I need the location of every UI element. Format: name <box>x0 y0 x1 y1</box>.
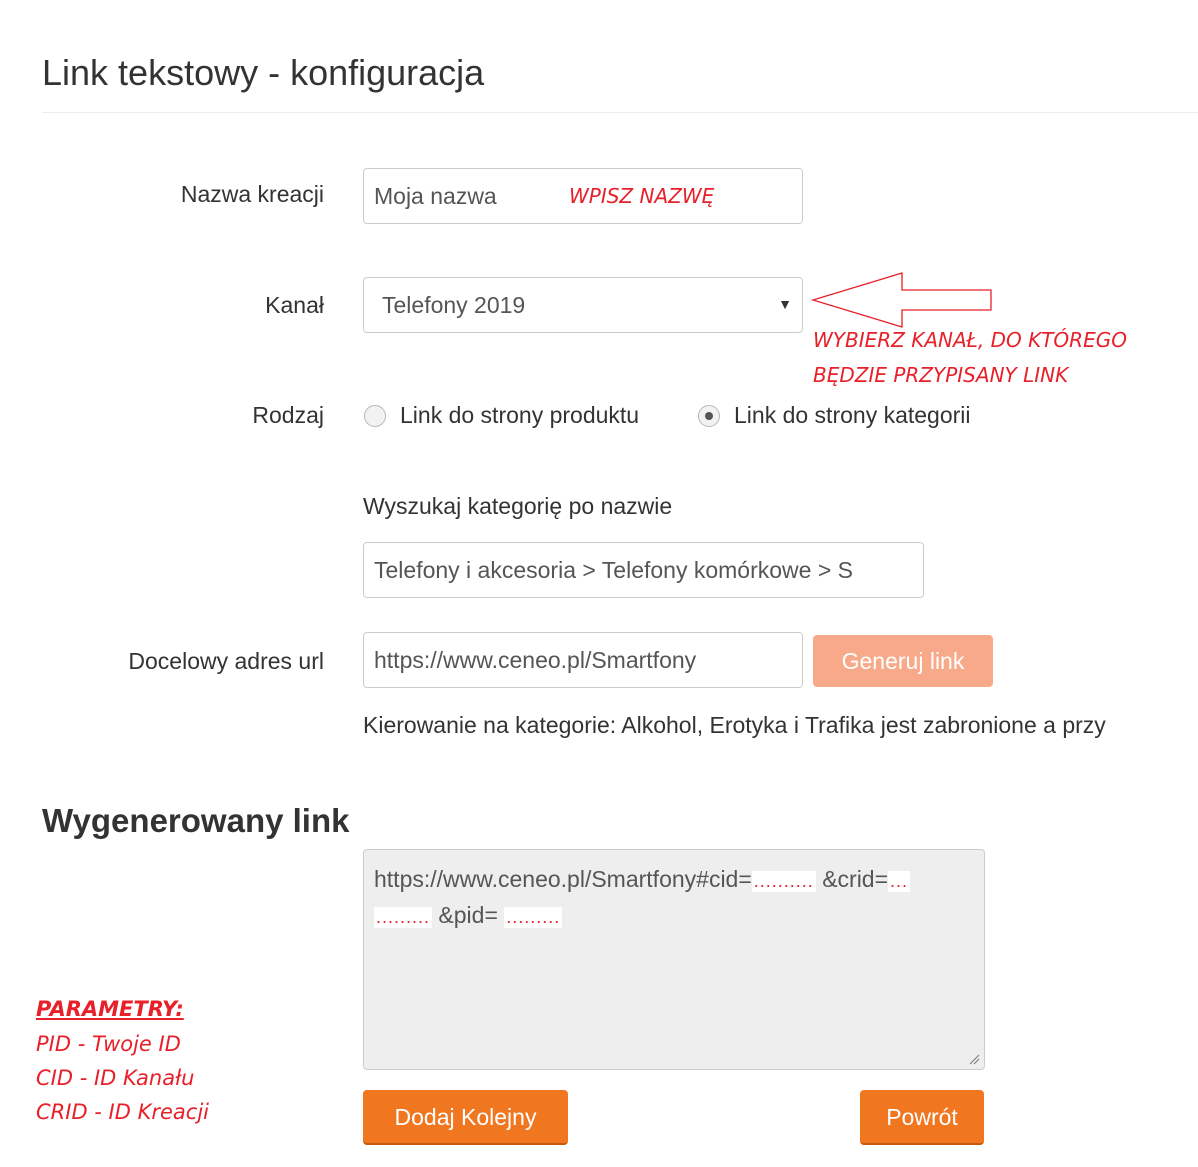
name-input-value: Moja nazwa <box>374 183 497 209</box>
generated-link-line2: ......... &pid= ......... <box>374 902 563 929</box>
pid-placeholder: ......... <box>504 907 563 928</box>
target-url-input[interactable]: https://www.ceneo.pl/Smartfony <box>363 632 803 688</box>
params-line-crid: CRID - ID Kreacji <box>36 1100 209 1124</box>
cid-placeholder: .......... <box>751 871 816 892</box>
chevron-down-icon: ▼ <box>778 296 792 312</box>
channel-select[interactable]: Telefony 2019 ▼ <box>363 277 803 333</box>
name-annotation: WPISZ NAZWĘ <box>569 184 715 208</box>
target-url-value: https://www.ceneo.pl/Smartfony <box>374 647 697 673</box>
params-heading: PARAMETRY: <box>36 997 184 1021</box>
pid-param-label: &pid= <box>438 902 498 928</box>
channel-annotation-line2: BĘDZIE PRZYPISANY LINK <box>813 363 1069 387</box>
generate-link-button[interactable]: Generuj link <box>813 635 993 687</box>
channel-annotation-line1: WYBIERZ KANAŁ, DO KTÓREGO <box>813 328 1127 352</box>
category-search-input[interactable]: Telefony i akcesoria > Telefony komórkow… <box>363 542 924 598</box>
back-button[interactable]: Powrót <box>860 1090 984 1145</box>
generated-link-textarea[interactable]: https://www.ceneo.pl/Smartfony#cid=.....… <box>363 849 985 1070</box>
params-line-cid: CID - ID Kanału <box>36 1066 195 1090</box>
page-title: Link tekstowy - konfiguracja <box>42 52 485 93</box>
generated-link-title: Wygenerowany link <box>42 802 350 839</box>
name-label: Nazwa kreacji <box>180 181 324 207</box>
radio-category-link[interactable] <box>698 405 720 427</box>
category-search-value: Telefony i akcesoria > Telefony komórkow… <box>374 557 853 583</box>
resize-handle-icon[interactable] <box>968 1053 980 1065</box>
generated-link-prefix: https://www.ceneo.pl/Smartfony#cid= <box>374 866 752 892</box>
category-restriction-note: Kierowanie na kategorie: Alkohol, Erotyk… <box>363 712 1106 738</box>
add-another-button[interactable]: Dodaj Kolejny <box>363 1090 568 1145</box>
crid-placeholder-a: ... <box>888 871 911 892</box>
category-search-label: Wyszukaj kategorię po nazwie <box>363 493 673 519</box>
left-arrow-annotation-icon <box>810 272 992 328</box>
radio-category-link-label[interactable]: Link do strony kategorii <box>734 402 971 429</box>
generated-link-line1: https://www.ceneo.pl/Smartfony#cid=.....… <box>374 866 911 893</box>
params-line-pid: PID - Twoje ID <box>36 1032 181 1056</box>
crid-placeholder-b: ......... <box>374 907 433 928</box>
radio-product-link[interactable] <box>364 405 386 427</box>
target-url-label: Docelowy adres url <box>128 648 324 674</box>
channel-label: Kanał <box>265 292 324 318</box>
radio-product-link-label[interactable]: Link do strony produktu <box>400 402 639 429</box>
channel-select-value: Telefony 2019 <box>382 292 526 318</box>
type-label: Rodzaj <box>252 402 324 428</box>
crid-param-label: &crid= <box>822 866 889 892</box>
title-divider <box>42 112 1198 113</box>
